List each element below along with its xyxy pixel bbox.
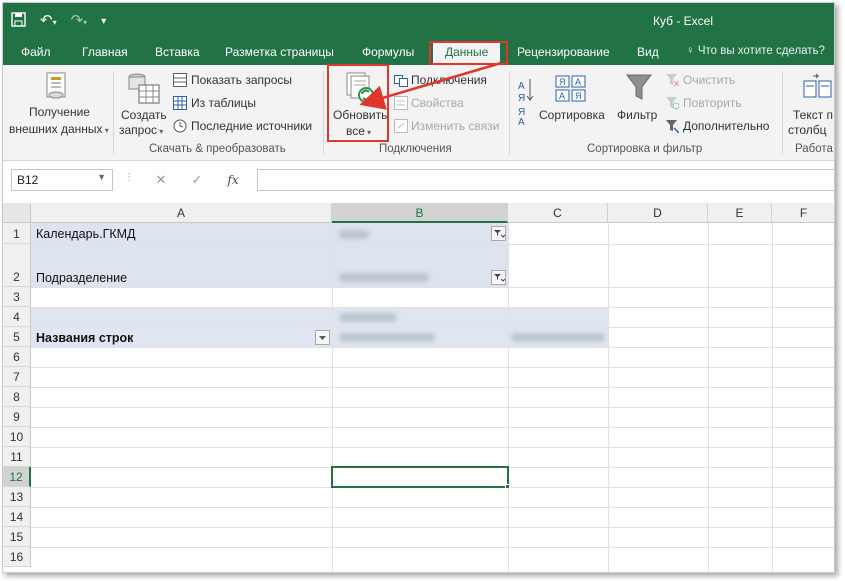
row-number: 16 — [9, 550, 24, 564]
gridline — [31, 307, 834, 308]
row-number: 3 — [13, 290, 20, 304]
row-labels-dropdown[interactable] — [315, 330, 330, 345]
gridline — [31, 347, 834, 348]
cell-a2[interactable]: Подразделение — [36, 271, 127, 285]
selected-cell[interactable] — [331, 466, 509, 488]
gridline — [31, 427, 834, 428]
column-header-b[interactable]: B — [332, 203, 508, 223]
gridline — [772, 223, 773, 572]
row-header[interactable]: 7 — [3, 367, 31, 387]
row-number: 2 — [13, 270, 20, 284]
filter-icon — [494, 230, 506, 238]
gridline — [31, 287, 834, 288]
row-number: 14 — [9, 510, 24, 524]
gridline — [31, 367, 834, 368]
column-header-d[interactable]: D — [608, 203, 708, 223]
filter-icon — [494, 274, 506, 282]
gridline — [31, 244, 834, 245]
gridline — [608, 223, 609, 572]
row-number: 5 — [13, 330, 20, 344]
column-header-f[interactable]: F — [772, 203, 834, 223]
select-all-corner[interactable] — [3, 203, 31, 223]
row-header[interactable]: 14 — [3, 507, 31, 527]
worksheet-grid[interactable]: A B C D E F 1 2 3 4 5 6 7 8 9 10 11 12 1… — [3, 203, 834, 572]
gridline — [31, 447, 834, 448]
row-header[interactable]: 9 — [3, 407, 31, 427]
gridline — [708, 223, 709, 572]
row-header[interactable]: 12 — [3, 467, 31, 487]
gridline — [508, 223, 509, 572]
gridline — [31, 527, 834, 528]
row-header[interactable]: 16 — [3, 547, 31, 567]
row-header[interactable]: 3 — [3, 287, 31, 307]
row-number: 12 — [9, 470, 23, 484]
gridline — [31, 407, 834, 408]
row-header[interactable]: 13 — [3, 487, 31, 507]
column-header-c[interactable]: C — [508, 203, 608, 223]
row-number: 4 — [13, 310, 20, 324]
gridline — [31, 507, 834, 508]
row-number: 11 — [10, 450, 23, 464]
fill-handle[interactable] — [505, 484, 510, 489]
row-header[interactable]: 5 — [3, 327, 31, 347]
cell-a5[interactable]: Названия строк — [36, 331, 133, 345]
chevron-down-icon — [319, 336, 326, 340]
filter-button-b2[interactable] — [491, 270, 506, 285]
row-header[interactable]: 11 — [3, 447, 31, 467]
row-number: 6 — [13, 350, 20, 364]
blurred-value — [339, 333, 435, 342]
filter-button-b1[interactable] — [491, 226, 506, 241]
column-header-e[interactable]: E — [708, 203, 772, 223]
row-number: 9 — [13, 410, 20, 424]
row-number: 15 — [9, 530, 24, 544]
blurred-value — [511, 333, 605, 342]
row-header[interactable]: 4 — [3, 307, 31, 327]
blurred-value — [339, 313, 397, 322]
blurred-value — [339, 273, 429, 282]
row-number: 8 — [13, 390, 20, 404]
row-number: 1 — [13, 227, 20, 241]
row-header[interactable]: 15 — [3, 527, 31, 547]
row-number: 7 — [13, 370, 20, 384]
row-header[interactable]: 1 — [3, 223, 31, 244]
gridline — [332, 223, 333, 572]
row-header[interactable]: 8 — [3, 387, 31, 407]
gridline — [31, 547, 834, 548]
blurred-value — [339, 230, 369, 239]
row-number: 10 — [9, 430, 24, 444]
gridline — [31, 327, 834, 328]
row-header[interactable]: 2 — [3, 244, 31, 287]
row-header[interactable]: 10 — [3, 427, 31, 447]
annotation-arrow — [359, 61, 502, 110]
cell-a1[interactable]: Календарь.ГКМД — [36, 227, 136, 241]
gridline — [31, 387, 834, 388]
row-header[interactable]: 6 — [3, 347, 31, 367]
column-header-a[interactable]: A — [31, 203, 332, 223]
excel-window: ↶▾ ↷▾ ▾ Куб - Excel Файл Главная Вставка… — [2, 2, 835, 573]
row-number: 13 — [9, 490, 24, 504]
